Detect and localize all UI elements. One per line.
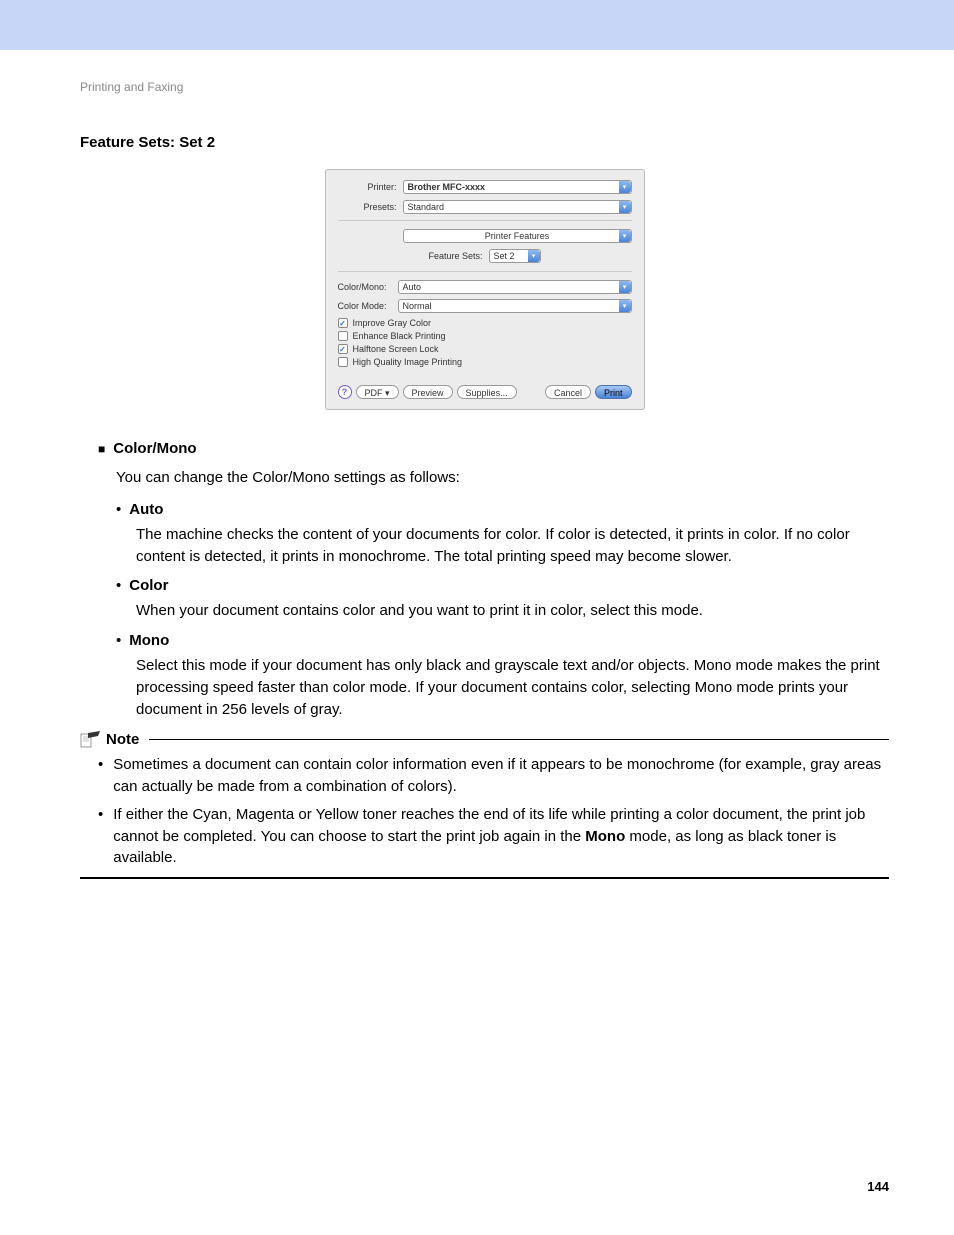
help-icon[interactable]: ? <box>338 385 352 399</box>
checkbox-high-quality[interactable]: High Quality Image Printing <box>338 357 632 367</box>
dialog-screenshot: Printer: Brother MFC-xxxx ▾ Presets: Sta… <box>80 169 889 410</box>
presets-select[interactable]: Standard ▾ <box>403 200 632 214</box>
section-heading: Feature Sets: Set 2 <box>80 134 889 151</box>
supplies-button[interactable]: Supplies... <box>457 385 517 399</box>
checkbox-enhance-black[interactable]: Enhance Black Printing <box>338 331 632 341</box>
preview-button[interactable]: Preview <box>403 385 453 399</box>
colormono-heading: Color/Mono <box>98 440 889 457</box>
checkbox-halftone-lock[interactable]: ✓ Halftone Screen Lock <box>338 344 632 354</box>
auto-paragraph: The machine checks the content of your d… <box>136 524 889 568</box>
chevron-down-icon: ▾ <box>619 281 631 293</box>
feature-sets-label: Feature Sets: <box>428 251 488 261</box>
colormode-value: Normal <box>403 301 432 311</box>
mono-heading: Mono <box>116 632 889 649</box>
note-end-line <box>80 877 889 879</box>
chevron-down-icon: ▾ <box>619 201 631 213</box>
note-header: Note <box>80 730 889 748</box>
note-icon <box>80 730 102 748</box>
checkbox-label: Halftone Screen Lock <box>353 344 439 354</box>
section-select[interactable]: Printer Features ▾ <box>403 229 632 243</box>
printer-select[interactable]: Brother MFC-xxxx ▾ <box>403 180 632 194</box>
divider <box>338 271 632 272</box>
chevron-down-icon: ▾ <box>619 230 631 242</box>
presets-value: Standard <box>408 202 445 212</box>
note-bullet-2: If either the Cyan, Magenta or Yellow to… <box>98 804 889 869</box>
checkbox-label: Enhance Black Printing <box>353 331 446 341</box>
colormono-value: Auto <box>403 282 422 292</box>
divider <box>338 220 632 221</box>
page-number: 144 <box>80 1179 889 1194</box>
breadcrumb: Printing and Faxing <box>80 80 889 94</box>
colormono-select[interactable]: Auto ▾ <box>398 280 632 294</box>
chevron-down-icon: ▾ <box>619 300 631 312</box>
color-paragraph: When your document contains color and yo… <box>136 600 889 622</box>
checkbox-icon <box>338 357 348 367</box>
color-heading: Color <box>116 577 889 594</box>
page-content: Printing and Faxing Feature Sets: Set 2 … <box>0 50 954 1234</box>
checkbox-improve-gray[interactable]: ✓ Improve Gray Color <box>338 318 632 328</box>
top-band <box>0 0 954 50</box>
checkbox-icon <box>338 331 348 341</box>
feature-sets-select[interactable]: Set 2 ▾ <box>489 249 541 263</box>
checkbox-label: High Quality Image Printing <box>353 357 463 367</box>
auto-heading: Auto <box>116 501 889 518</box>
feature-sets-value: Set 2 <box>494 251 515 261</box>
mono-paragraph: Select this mode if your document has on… <box>136 655 889 720</box>
checkbox-icon: ✓ <box>338 318 348 328</box>
chevron-down-icon: ▾ <box>619 181 631 193</box>
chevron-down-icon: ▾ <box>528 250 540 262</box>
intro-paragraph: You can change the Color/Mono settings a… <box>116 467 889 489</box>
print-button[interactable]: Print <box>595 385 632 399</box>
pdf-button[interactable]: PDF ▾ <box>356 385 399 399</box>
note-label: Note <box>106 731 139 748</box>
colormode-select[interactable]: Normal ▾ <box>398 299 632 313</box>
checkbox-label: Improve Gray Color <box>353 318 432 328</box>
printer-value: Brother MFC-xxxx <box>408 182 486 192</box>
presets-label: Presets: <box>338 202 403 212</box>
printer-label: Printer: <box>338 182 403 192</box>
colormono-label: Color/Mono: <box>338 282 398 292</box>
section-value: Printer Features <box>485 231 550 241</box>
note-bullet-1: Sometimes a document can contain color i… <box>98 754 889 798</box>
cancel-button[interactable]: Cancel <box>545 385 591 399</box>
colormode-label: Color Mode: <box>338 301 398 311</box>
checkbox-icon: ✓ <box>338 344 348 354</box>
note-line <box>149 739 889 740</box>
